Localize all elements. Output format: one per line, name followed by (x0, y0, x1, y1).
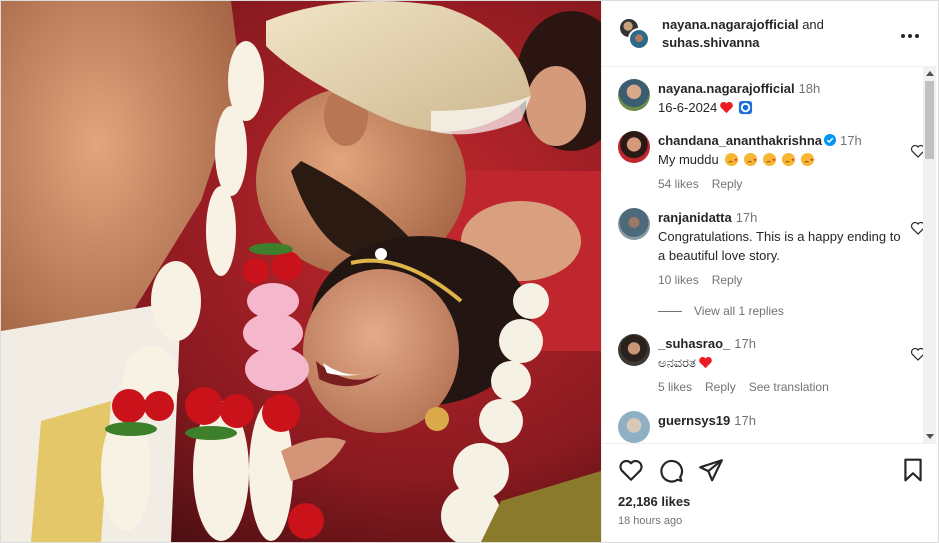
comment-time: 17h (734, 413, 756, 428)
action-buttons (618, 456, 926, 484)
comments-scrollbar[interactable] (923, 67, 936, 443)
avatar[interactable] (618, 208, 650, 240)
scrollbar-thumb[interactable] (925, 81, 934, 159)
comment-likes[interactable]: 54 likes (658, 175, 699, 194)
instagram-post: nayana.nagarajofficial and suhas.shivann… (0, 0, 939, 543)
avatar[interactable] (618, 131, 650, 163)
comment-username[interactable]: guernsys19 (658, 413, 730, 428)
avatar[interactable] (618, 79, 650, 111)
share-paper-plane-icon[interactable] (698, 457, 724, 483)
scroll-down-arrow-icon[interactable] (926, 434, 934, 439)
comment-likes[interactable]: 10 likes (658, 271, 699, 290)
avatar (628, 27, 650, 50)
comment-meta: 5 likes Reply See translation (658, 378, 908, 397)
red-heart-icon (717, 100, 736, 115)
scroll-up-arrow-icon[interactable] (926, 71, 934, 76)
comment-likes[interactable]: 5 likes (658, 378, 692, 397)
comment: _suhasrao_ 17h ಅನವರತ 5 likes Reply See tr… (618, 334, 926, 397)
comment-meta: 54 likes Reply (658, 175, 908, 194)
blue-circle-icon (736, 100, 755, 115)
avatar[interactable] (618, 411, 650, 443)
red-heart-icon (696, 355, 715, 370)
comment-username[interactable]: _suhasrao_ (658, 336, 730, 351)
comment-username[interactable]: ranjanidatta (658, 210, 732, 225)
caption-text: 16-6-2024 (658, 98, 908, 117)
post-side-panel: nayana.nagarajofficial and suhas.shivann… (601, 1, 938, 542)
view-replies-button[interactable]: View all 1 replies (658, 304, 908, 318)
collab-avatars[interactable] (618, 16, 652, 51)
comment: chandana_ananthakrishna 17h My muddu 54 l… (618, 131, 926, 194)
likes-count[interactable]: 22,186 likes (618, 494, 926, 509)
post-timestamp[interactable]: 18 hours ago (618, 515, 926, 527)
more-options-button[interactable] (898, 22, 922, 46)
view-replies-label: View all 1 replies (694, 304, 784, 318)
see-translation-button[interactable]: See translation (749, 378, 829, 397)
wedding-photo-illustration (1, 1, 601, 542)
replies-divider (658, 310, 682, 312)
comment-time: 17h (735, 210, 758, 225)
verified-badge-icon (822, 133, 836, 148)
caption-username[interactable]: nayana.nagarajofficial (658, 81, 795, 96)
collab-authors: nayana.nagarajofficial and suhas.shivann… (662, 16, 898, 52)
comment-bubble-icon[interactable] (658, 457, 684, 483)
authors-conjunction: and (802, 16, 824, 32)
author-username-2[interactable]: suhas.shivanna (662, 35, 760, 50)
reply-button[interactable]: Reply (705, 378, 736, 397)
author-username-1[interactable]: nayana.nagarajofficial (662, 17, 799, 32)
comment: ranjanidatta 17h Congratulations. This is… (618, 208, 926, 290)
post-photo[interactable] (1, 1, 601, 542)
comment-text: Congratulations. This is a happy ending … (658, 229, 901, 263)
more-horizontal-icon (900, 23, 920, 44)
comment-meta: 10 likes Reply (658, 271, 908, 290)
post-actions: 22,186 likes 18 hours ago (602, 443, 938, 542)
comment: guernsys19 17h (618, 411, 908, 443)
caption: nayana.nagarajofficial 18h 16-6-2024 (618, 79, 908, 117)
post-header: nayana.nagarajofficial and suhas.shivann… (602, 1, 938, 67)
comment-text: ಅನವರತ (658, 353, 908, 372)
kiss-face-emoji-icon (722, 152, 817, 167)
comment-time: 17h (840, 133, 862, 148)
caption-time: 18h (798, 81, 821, 96)
like-heart-icon[interactable] (618, 457, 644, 483)
avatar[interactable] (618, 334, 650, 366)
comment-username[interactable]: chandana_ananthakrishna (658, 133, 822, 148)
reply-button[interactable]: Reply (712, 271, 743, 290)
comments-list[interactable]: nayana.nagarajofficial 18h 16-6-2024 chan… (602, 67, 938, 443)
comment-time: 17h (734, 336, 756, 351)
reply-button[interactable]: Reply (712, 175, 743, 194)
comment-text: My muddu (658, 150, 908, 169)
bookmark-icon[interactable] (900, 457, 926, 483)
